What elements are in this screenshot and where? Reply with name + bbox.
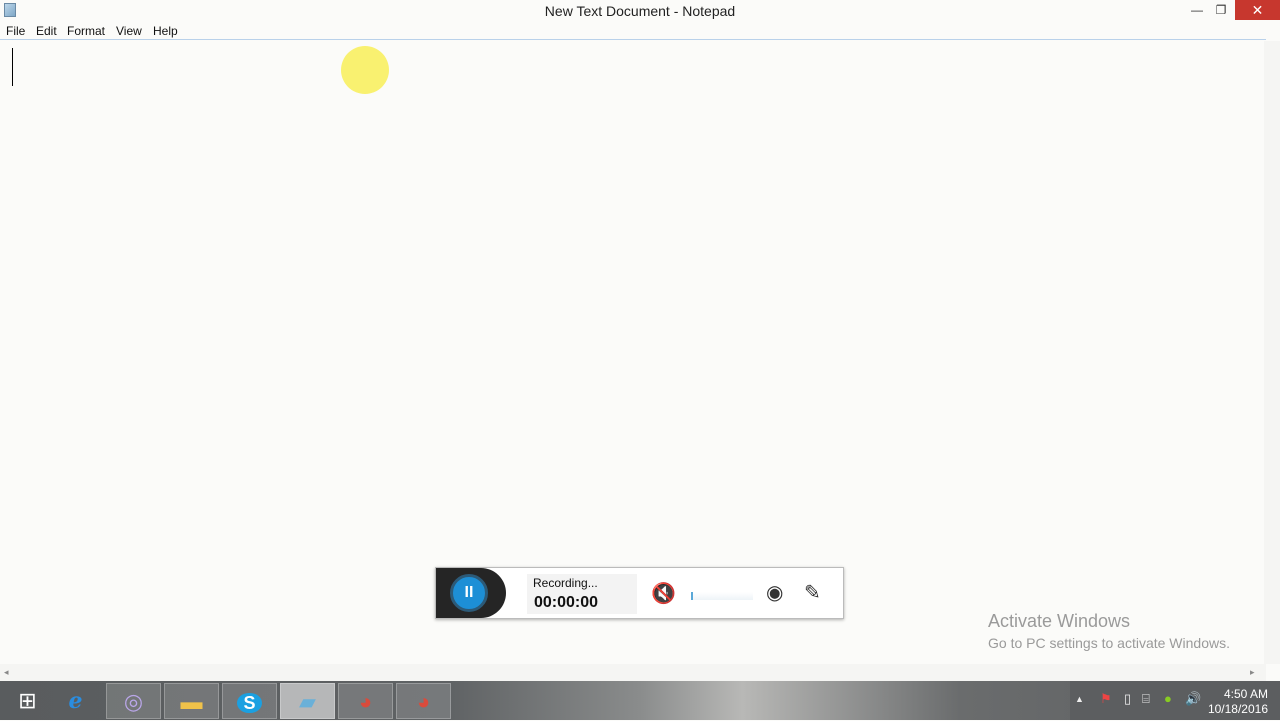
menu-view[interactable]: View <box>116 24 142 38</box>
action-center-flag-icon[interactable]: ⚑ <box>1100 691 1112 707</box>
show-hidden-icons-icon[interactable]: ▲ <box>1075 694 1084 704</box>
recording-info: Recording... 00:00:00 <box>527 574 637 614</box>
vertical-scrollbar[interactable] <box>1264 41 1280 664</box>
clock-time: 4:50 AM <box>1223 687 1268 701</box>
internet-explorer-icon[interactable]: e <box>48 683 103 719</box>
network-icon[interactable]: ⌸ <box>1142 691 1150 707</box>
menu-edit[interactable]: Edit <box>36 24 57 38</box>
recorder-panel: II <box>436 568 506 618</box>
horizontal-scrollbar[interactable]: ◂ ▸ <box>0 664 1266 681</box>
recorder-toolbar: II Recording... 00:00:00 🔇 ◉ ✎ <box>435 567 844 619</box>
taskbar: ⊞ e ◎ ▬ S ▰ ◕ ◕ ▲ ⚑ ▯ ⌸ ● 🔊 4:50 AM 10/1… <box>0 681 1280 720</box>
file-explorer-icon[interactable]: ▬ <box>164 683 219 719</box>
audio-level-fill <box>691 592 693 600</box>
watermark-title: Activate Windows <box>988 611 1131 631</box>
menu-bar: File Edit Format View Help <box>0 22 1266 40</box>
skype-icon[interactable]: S <box>222 683 277 719</box>
menu-help[interactable]: Help <box>153 24 178 38</box>
title-bar: New Text Document - Notepad — ❐ ✕ <box>0 0 1280 22</box>
recording-status: Recording... <box>533 576 598 590</box>
webcam-add-icon[interactable]: ◉ <box>766 580 783 605</box>
minimize-button[interactable]: — <box>1188 0 1206 20</box>
clock[interactable]: 4:50 AM 10/18/2016 <box>1208 687 1268 717</box>
restore-button[interactable]: ❐ <box>1212 0 1230 20</box>
menu-file[interactable]: File <box>6 24 25 38</box>
menu-format[interactable]: Format <box>67 24 105 38</box>
pause-button[interactable]: II <box>450 574 488 612</box>
system-tray: ▲ ⚑ ▯ ⌸ ● 🔊 4:50 AM 10/18/2016 <box>1070 681 1280 720</box>
clock-date: 10/18/2016 <box>1207 702 1268 716</box>
close-button[interactable]: ✕ <box>1235 0 1280 20</box>
activate-windows-watermark: Activate Windows Go to PC settings to ac… <box>988 611 1230 651</box>
mute-speaker-icon[interactable]: 🔇 <box>651 581 676 606</box>
scroll-right-arrow[interactable]: ▸ <box>1250 667 1255 678</box>
green-app-icon[interactable]: ● <box>1164 691 1172 706</box>
scroll-left-arrow[interactable]: ◂ <box>4 667 9 678</box>
bittorrent-icon[interactable]: ◎ <box>106 683 161 719</box>
watermark-subtitle: Go to PC settings to activate Windows. <box>988 635 1230 651</box>
mouse-cursor-highlight <box>341 46 389 94</box>
start-button[interactable]: ⊞ <box>0 683 55 719</box>
battery-icon[interactable]: ▯ <box>1124 691 1131 707</box>
pencil-icon[interactable]: ✎ <box>804 580 821 605</box>
recording-timer: 00:00:00 <box>534 594 599 611</box>
volume-icon[interactable]: 🔊 <box>1185 691 1201 707</box>
chrome-icon[interactable]: ◕ <box>338 683 393 719</box>
notepad-taskbar-icon[interactable]: ▰ <box>280 683 335 719</box>
window-title: New Text Document - Notepad <box>544 3 736 19</box>
text-caret <box>12 48 13 86</box>
chrome-profile-icon[interactable]: ◕ <box>396 683 451 719</box>
audio-level-meter <box>691 592 753 600</box>
